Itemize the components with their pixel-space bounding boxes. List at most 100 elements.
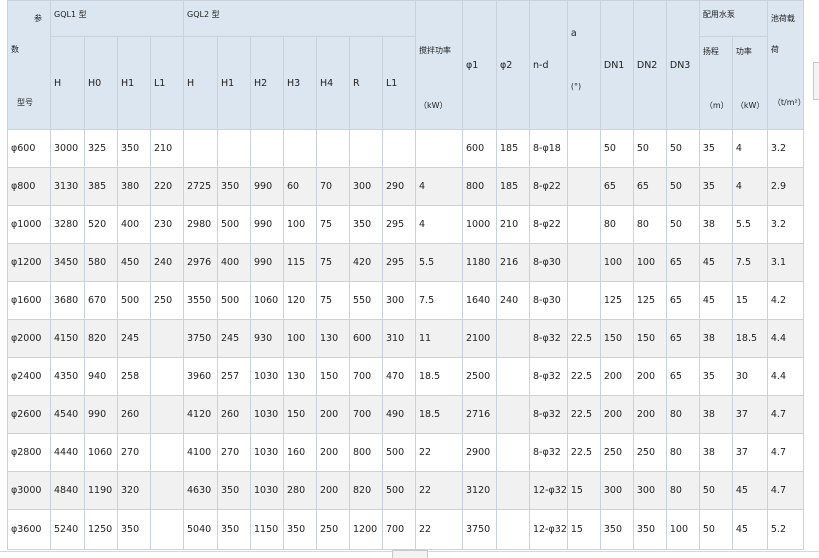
table-cell: 22: [415, 433, 463, 472]
table-cell: 80: [665, 471, 700, 510]
table-cell: 600: [462, 129, 497, 168]
table-cell: 2725: [183, 167, 218, 206]
load-label-top: 池荷载: [770, 14, 795, 23]
param-label-mid: 数: [11, 45, 19, 54]
table-cell: 120: [283, 281, 317, 320]
table-cell: [496, 395, 530, 434]
table-cell: [496, 433, 530, 472]
table-cell: 65: [632, 167, 667, 206]
table-cell: 1060: [84, 433, 118, 472]
table-cell: 130: [283, 357, 317, 396]
angle-label: a: [570, 28, 577, 39]
table-cell: 5.5: [731, 205, 768, 244]
table-cell: [183, 129, 218, 168]
table-cell: 80: [665, 395, 700, 434]
table-cell: 50: [599, 129, 634, 168]
table-cell: 70: [316, 167, 350, 206]
table-cell: 22.5: [566, 433, 601, 472]
table-cell: 270: [117, 433, 151, 472]
table-cell: 4: [731, 129, 768, 168]
pump-group-header: 配用水泵: [698, 0, 768, 38]
table-cell: [496, 509, 530, 550]
table-cell: 185: [496, 167, 530, 206]
table-cell: [566, 205, 601, 244]
table-cell: 930: [250, 319, 284, 358]
table-cell: 245: [217, 319, 251, 358]
table-cell: 115: [283, 243, 317, 282]
table-cell: 3.2: [766, 129, 804, 168]
table-cell: 22.5: [566, 319, 601, 358]
table-row: φ2800 4440 1060 270 4100 270 1030 160 200 800 500 2…: [7, 433, 804, 472]
table-cell: 15: [566, 471, 601, 510]
table-cell: 65: [599, 167, 634, 206]
table-cell: 1030: [250, 471, 284, 510]
table-cell: 4.4: [766, 319, 804, 358]
table-cell: 3.2: [766, 205, 804, 244]
table-cell: 1060: [250, 281, 284, 320]
stir-power-label: 搅拌功率: [419, 46, 451, 55]
table-cell: 75: [316, 281, 350, 320]
table-cell: 240: [496, 281, 530, 320]
table-cell: 350: [117, 509, 151, 550]
table-row: φ600 3000 325 350 210 600 185 8-φ18 50 50 50 35 4 3.2: [7, 129, 804, 168]
table-cell: 700: [349, 395, 383, 434]
table-cell: 185: [496, 129, 530, 168]
table-cell: 8-φ32: [529, 319, 568, 358]
pump-head-label: 扬程: [702, 47, 719, 57]
model-cell: φ1200: [7, 243, 51, 282]
table-cell: 4440: [50, 433, 85, 472]
table-cell: 600: [349, 319, 383, 358]
table-cell: 580: [84, 243, 118, 282]
table-cell: 45: [698, 243, 733, 282]
table-cell: 500: [217, 205, 251, 244]
table-cell: 75: [316, 243, 350, 282]
table-cell: 4.2: [766, 281, 804, 320]
load-unit: （t/m²）: [772, 98, 804, 107]
table-cell: 1190: [84, 471, 118, 510]
pump-head-header: 扬程 （m）: [698, 36, 733, 130]
model-cell: φ1000: [7, 205, 51, 244]
table-cell: 8-φ30: [529, 243, 568, 282]
table-cell: 50: [698, 509, 733, 550]
table-cell: 3450: [50, 243, 85, 282]
gql2-col-header: H2: [250, 36, 284, 130]
table-cell: 4100: [183, 433, 218, 472]
vertical-scrollbar[interactable]: [813, 62, 819, 100]
table-cell: 12-φ32: [529, 471, 568, 510]
table-row: φ3600 5240 1250 350 5040 350 1150 350 250 1200 700…: [7, 509, 804, 550]
table-cell: 11: [415, 319, 463, 358]
table-cell: 150: [632, 319, 667, 358]
table-cell: 350: [217, 471, 251, 510]
table-cell: 2.9: [766, 167, 804, 206]
table-cell: 250: [632, 433, 667, 472]
gql2-col-header: H1: [217, 36, 251, 130]
table-cell: 150: [283, 395, 317, 434]
table-cell: 820: [349, 471, 383, 510]
gql2-col-header: H4: [316, 36, 350, 130]
table-cell: 1030: [250, 433, 284, 472]
nd-header: n-d: [529, 0, 568, 130]
table-cell: 15: [731, 281, 768, 320]
table-cell: 500: [117, 281, 151, 320]
table-cell: 1640: [462, 281, 497, 320]
table-cell: 2100: [462, 319, 497, 358]
table-cell: 100: [632, 243, 667, 282]
table-cell: 210: [150, 129, 184, 168]
table-cell: 65: [665, 243, 700, 282]
angle-unit: (°): [570, 82, 582, 91]
table-cell: [496, 471, 530, 510]
table-cell: 35: [698, 129, 733, 168]
model-cell: φ2600: [7, 395, 51, 434]
gql2-col-header: H: [183, 36, 218, 130]
table-cell: 50: [665, 129, 700, 168]
table-cell: 50: [665, 205, 700, 244]
table-cell: 3680: [50, 281, 85, 320]
table-cell: 490: [382, 395, 416, 434]
table-cell: 990: [84, 395, 118, 434]
table-cell: 38: [698, 395, 733, 434]
table-cell: 257: [217, 357, 251, 396]
table-cell: 4: [415, 205, 463, 244]
table-cell: 50: [698, 471, 733, 510]
table-cell: 400: [217, 243, 251, 282]
table-cell: 75: [316, 205, 350, 244]
